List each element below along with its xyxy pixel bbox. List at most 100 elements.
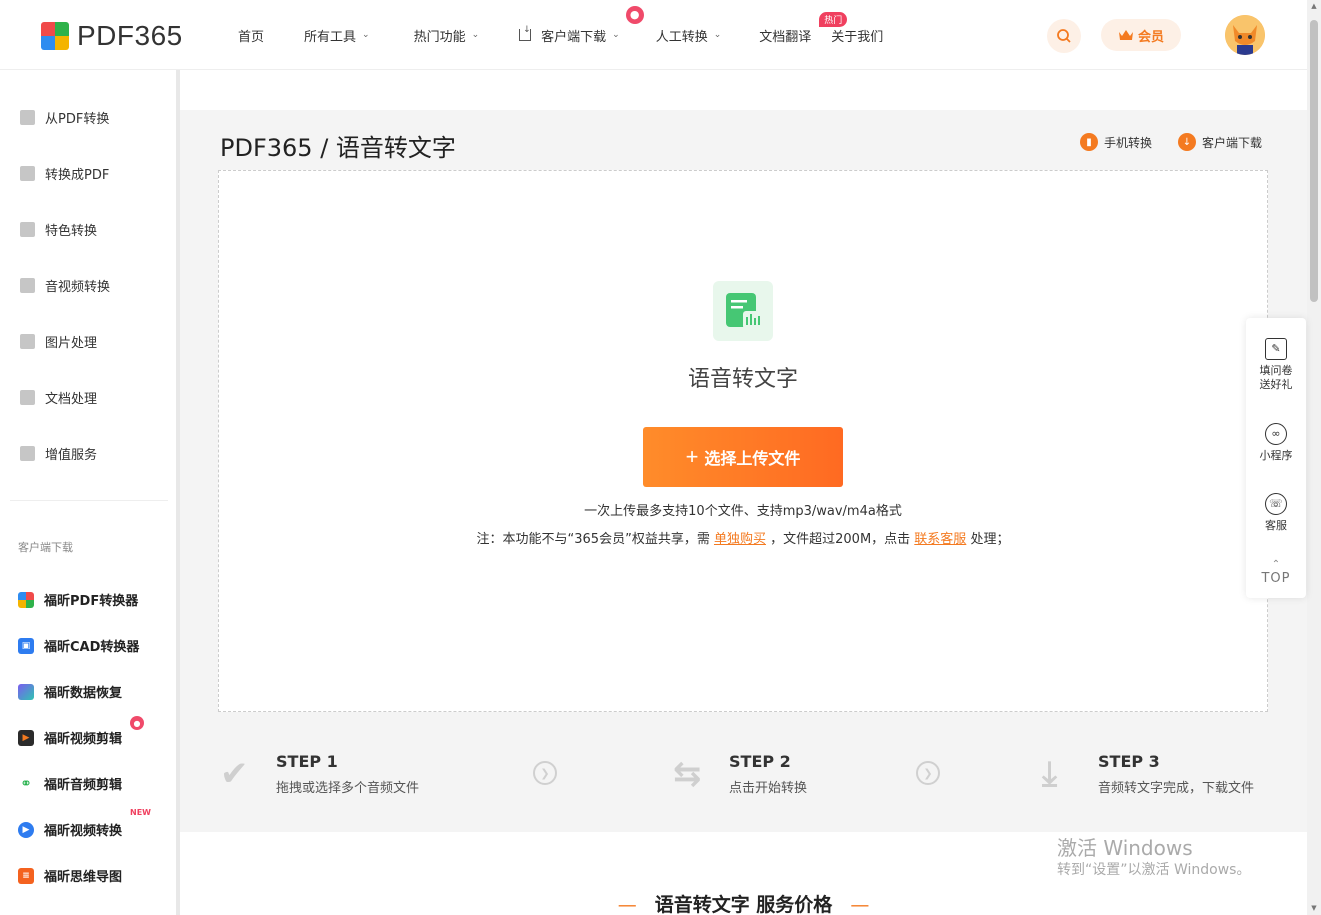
- nav-doc-translate[interactable]: 文档翻译 热门: [759, 11, 848, 45]
- sidebar-app-audio-editor[interactable]: ⚭ 福昕音频剪辑: [18, 774, 122, 793]
- download-tray-icon: ⤓: [1042, 754, 1058, 794]
- nav-all-tools[interactable]: 所有工具 ⌄: [304, 26, 370, 45]
- image-icon: [20, 334, 35, 349]
- vip-label: 会员: [1137, 29, 1164, 45]
- new-badge: NEW: [130, 808, 151, 817]
- search-icon: [1057, 29, 1071, 43]
- note-text: ，文件超过200M，点击: [770, 532, 911, 547]
- nav-home[interactable]: 首页: [238, 26, 264, 45]
- upload-file-button[interactable]: + 选择上传文件: [643, 427, 843, 487]
- nav-manual-convert[interactable]: ● 人工转换 ⌄: [625, 5, 722, 45]
- mind-map-icon: ≡: [18, 867, 34, 884]
- activation-watermark-hint: 转到“设置”以激活 Windows。: [1057, 862, 1251, 878]
- page-title: PDF365 / 语音转文字: [220, 134, 456, 162]
- crown-icon: [1118, 30, 1133, 40]
- star-icon: [20, 222, 35, 237]
- document-icon: [20, 390, 35, 405]
- upload-dropzone[interactable]: 语音转文字 + 选择上传文件 一次上传最多支持10个文件、支持mp3/wav/m…: [218, 170, 1268, 712]
- sidebar-app-video-converter[interactable]: ▶ 福昕视频转换 NEW: [18, 808, 151, 839]
- download-icon: ↓: [1178, 133, 1196, 151]
- sidebar-item-to-pdf[interactable]: 转换成PDF: [20, 164, 109, 183]
- sidebar-item-value-added[interactable]: 增值服务: [20, 444, 97, 463]
- chevron-down-icon: ⌄: [612, 30, 620, 40]
- scroll-thumb[interactable]: [1310, 20, 1318, 302]
- logo[interactable]: PDF365: [41, 20, 183, 52]
- chevron-down-icon: ⌄: [713, 30, 722, 40]
- sidebar-app-mind-map[interactable]: ≡ 福昕思维导图: [18, 866, 122, 885]
- nav-client-download[interactable]: ↓ 客户端下载 ⌄: [519, 26, 620, 45]
- chevron-right-icon: ❯: [916, 761, 940, 785]
- nav-hot-features[interactable]: 热门功能 ⌄: [414, 26, 480, 45]
- sidebar-item-from-pdf[interactable]: 从PDF转换: [20, 108, 109, 127]
- list-icon: [20, 446, 35, 461]
- sidebar-app-pdf-converter[interactable]: 福昕PDF转换器: [18, 590, 138, 609]
- scroll-up-icon[interactable]: ▲: [1310, 2, 1318, 10]
- logo-text: PDF365: [77, 20, 183, 51]
- activation-watermark-title: 激活 Windows: [1057, 836, 1193, 860]
- cad-converter-icon: ▣: [18, 637, 34, 654]
- sidebar-app-data-recovery[interactable]: 福昕数据恢复: [18, 682, 122, 701]
- fire-icon: ●: [130, 716, 144, 730]
- convert-arrows-icon: ⇆: [673, 754, 702, 794]
- link-label: 手机转换: [1104, 135, 1153, 150]
- sidebar-heading: 客户端下载: [18, 541, 73, 554]
- step-2: ⇆ STEP 2 点击开始转换: [673, 752, 807, 796]
- sidebar-app-label: 福昕视频剪辑: [44, 732, 123, 747]
- note-text: 处理；: [970, 532, 1010, 547]
- buy-separately-link[interactable]: 单独购买: [714, 532, 766, 547]
- phone-icon: ▮: [1080, 133, 1098, 151]
- fp-label: 客服: [1265, 519, 1287, 532]
- sidebar-app-video-editor[interactable]: ▶ 福昕视频剪辑 ●: [18, 716, 144, 747]
- nav-about[interactable]: 关于我们: [831, 26, 883, 45]
- sidebar-item-label: 特色转换: [45, 224, 98, 239]
- scroll-down-icon[interactable]: ▼: [1310, 904, 1318, 912]
- title-dash: —: [617, 894, 637, 915]
- client-download-link[interactable]: ↓ 客户端下载: [1178, 133, 1262, 151]
- sidebar-app-label: 福昕数据恢复: [44, 686, 123, 701]
- search-button[interactable]: [1047, 19, 1081, 53]
- fox-avatar-icon: [1225, 15, 1265, 55]
- upload-note: 注：本功能不与“365会员”权益共享，需 单独购买 ，文件超过200M，点击 联…: [219, 528, 1267, 547]
- nav-label: 人工转换: [655, 29, 708, 45]
- sidebar-item-special[interactable]: 特色转换: [20, 220, 97, 239]
- chevron-right-icon: ❯: [533, 761, 557, 785]
- vip-button[interactable]: 会员: [1101, 19, 1181, 51]
- sidebar-item-image[interactable]: 图片处理: [20, 332, 97, 351]
- step-1: ✔ STEP 1 拖拽或选择多个音频文件: [220, 752, 419, 796]
- sidebar-item-label: 增值服务: [45, 448, 98, 463]
- page-scrollbar[interactable]: ▲ ▼: [1307, 0, 1321, 915]
- main-top-strip: [180, 70, 1307, 110]
- sidebar-item-av[interactable]: 音视频转换: [20, 276, 110, 295]
- video-converter-icon: ▶: [18, 821, 34, 838]
- sidebar-item-document[interactable]: 文档处理: [20, 388, 97, 407]
- sidebar-item-label: 从PDF转换: [45, 112, 110, 127]
- nav-label: 客户端下载: [541, 29, 607, 45]
- step-title: STEP 3: [1098, 752, 1160, 771]
- mobile-convert-link[interactable]: ▮ 手机转换: [1080, 133, 1152, 151]
- top-navbar: PDF365 首页 所有工具 ⌄ 热门功能 ⌄ ↓ 客户端下载 ⌄ ● 人工转换…: [0, 0, 1307, 70]
- survey-gift-button[interactable]: ✎ 填问卷 送好礼: [1246, 338, 1306, 392]
- plus-icon: +: [685, 444, 699, 469]
- audio-editor-icon: ⚭: [18, 775, 34, 792]
- back-to-top-button[interactable]: ⌃ TOP: [1246, 558, 1306, 586]
- sidebar-item-label: 音视频转换: [45, 280, 111, 295]
- fp-label: 填问卷: [1259, 364, 1293, 377]
- nav-label: 首页: [238, 29, 265, 45]
- step-desc: 点击开始转换: [729, 781, 808, 796]
- sidebar-app-label: 福昕PDF转换器: [44, 594, 139, 609]
- chevron-up-icon: ⌃: [1271, 559, 1281, 570]
- fp-label: 小程序: [1259, 449, 1293, 462]
- hot-badge: 热门: [819, 11, 848, 27]
- contact-service-link[interactable]: 联系客服: [914, 532, 966, 547]
- customer-service-button[interactable]: ☏ 客服: [1246, 493, 1306, 533]
- avatar[interactable]: [1225, 15, 1265, 55]
- step-3: ⤓ STEP 3 音频转文字完成，下载文件: [1042, 752, 1254, 796]
- survey-icon: ✎: [1265, 338, 1287, 360]
- nav-label: 关于我们: [831, 29, 884, 45]
- mini-program-button[interactable]: ∞ 小程序: [1246, 423, 1306, 463]
- note-text: 注：本功能不与“365会员”权益共享，需: [476, 532, 710, 547]
- tool-name: 语音转文字: [687, 367, 798, 392]
- sidebar-app-cad-converter[interactable]: ▣ 福昕CAD转换器: [18, 636, 139, 655]
- main-nav: 首页 所有工具 ⌄ 热门功能 ⌄ ↓ 客户端下载 ⌄ ● 人工转换 ⌄ 文档翻译…: [238, 0, 883, 70]
- video-editor-icon: ▶: [18, 729, 34, 746]
